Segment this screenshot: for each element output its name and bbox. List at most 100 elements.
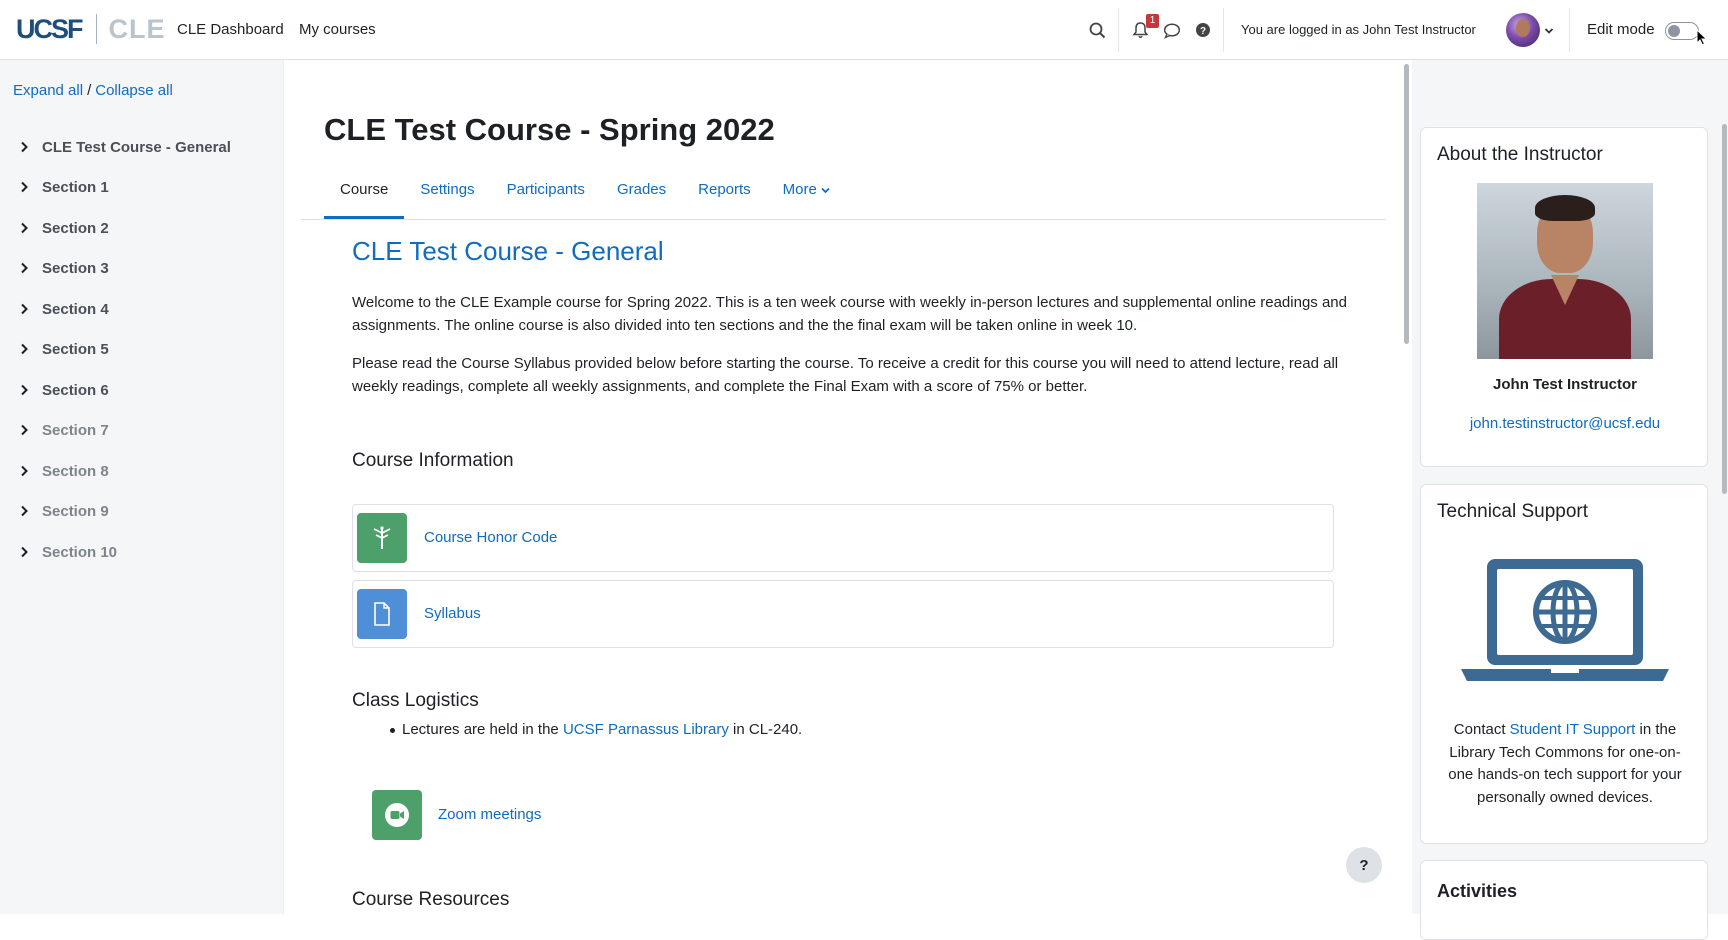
logistics-suffix: in CL-240. bbox=[733, 721, 803, 738]
chevron-right-icon[interactable] bbox=[20, 384, 34, 396]
login-info: You are logged in as John Test Instructo… bbox=[1241, 22, 1476, 37]
signpost-icon bbox=[357, 513, 407, 563]
activities-block: Activities bbox=[1420, 860, 1708, 940]
chevron-right-icon[interactable] bbox=[20, 546, 34, 558]
index-item-label: Section 7 bbox=[42, 421, 109, 439]
top-navbar: UCSF CLE CLE Dashboard My courses 1 ? Yo… bbox=[0, 0, 1728, 60]
index-item-section-3[interactable]: Section 3 bbox=[20, 257, 109, 279]
logo-cle-text: CLE bbox=[108, 13, 166, 44]
index-item-section-10[interactable]: Section 10 bbox=[20, 541, 117, 563]
logo-ucsf-text: UCSF bbox=[16, 13, 83, 44]
welcome-paragraph: Welcome to the CLE Example course for Sp… bbox=[352, 294, 1347, 334]
index-item-section-4[interactable]: Section 4 bbox=[20, 298, 109, 320]
support-block-title: Technical Support bbox=[1437, 501, 1589, 522]
index-item-section-1[interactable]: Section 1 bbox=[20, 176, 109, 198]
notification-badge: 1 bbox=[1146, 14, 1159, 28]
chevron-right-icon[interactable] bbox=[20, 465, 34, 477]
main-scrollbar[interactable] bbox=[1404, 64, 1409, 344]
section-title[interactable]: CLE Test Course - General bbox=[352, 236, 664, 267]
chevron-right-icon[interactable] bbox=[20, 343, 34, 355]
chevron-right-icon[interactable] bbox=[20, 424, 34, 436]
index-item-label: Section 5 bbox=[42, 340, 109, 358]
page-title: CLE Test Course - Spring 2022 bbox=[324, 112, 775, 147]
parnassus-library-link[interactable]: UCSF Parnassus Library bbox=[563, 721, 729, 738]
index-item-section-2[interactable]: Section 2 bbox=[20, 217, 109, 239]
activity-name[interactable]: Syllabus bbox=[424, 605, 481, 622]
mouse-cursor-icon bbox=[1696, 28, 1708, 51]
logo-divider bbox=[95, 14, 97, 44]
index-item-section-9[interactable]: Section 9 bbox=[20, 500, 109, 522]
blocks-scrollbar[interactable] bbox=[1722, 124, 1727, 494]
ucsf-cle-logo[interactable]: UCSF CLE bbox=[16, 12, 166, 46]
navbar-divider bbox=[1223, 8, 1224, 52]
user-avatar[interactable] bbox=[1506, 13, 1540, 47]
index-item-label: Section 9 bbox=[42, 502, 109, 520]
expand-all-link[interactable]: Expand all bbox=[13, 82, 83, 99]
collapse-all-link[interactable]: Collapse all bbox=[95, 82, 173, 99]
index-item-label: Section 2 bbox=[42, 219, 109, 237]
chevron-right-icon[interactable] bbox=[20, 222, 34, 234]
chevron-right-icon[interactable] bbox=[20, 303, 34, 315]
photo-hair bbox=[1535, 195, 1595, 221]
tab-more-label: More bbox=[782, 181, 817, 198]
activities-block-title: Activities bbox=[1437, 881, 1518, 901]
expand-collapse-controls: Expand all / Collapse all bbox=[13, 82, 173, 99]
search-icon[interactable] bbox=[1086, 19, 1108, 41]
chevron-down-icon[interactable] bbox=[1544, 22, 1554, 40]
index-item-section-7[interactable]: Section 7 bbox=[20, 419, 109, 441]
chevron-right-icon[interactable] bbox=[20, 181, 34, 193]
activity-name[interactable]: Course Honor Code bbox=[424, 529, 557, 546]
help-icon[interactable]: ? bbox=[1192, 19, 1214, 41]
block-drawer: About the Instructor John Test Instructo… bbox=[1412, 60, 1728, 940]
index-item-label: Section 8 bbox=[42, 462, 109, 480]
instructor-photo bbox=[1477, 183, 1653, 359]
chevron-down-icon bbox=[821, 187, 830, 194]
activity-course-honor-code[interactable]: Course Honor Code bbox=[352, 504, 1334, 572]
chevron-right-icon[interactable] bbox=[20, 141, 34, 153]
index-item-label: Section 4 bbox=[42, 300, 109, 318]
zoom-meetings-link[interactable]: Zoom meetings bbox=[438, 806, 541, 823]
edit-mode-label: Edit mode bbox=[1587, 21, 1655, 38]
technical-support-block: Technical Support Contact Student IT Sup… bbox=[1420, 484, 1708, 844]
logistics-list-item: Lectures are held in the UCSF Parnassus … bbox=[389, 721, 803, 738]
course-tabs: Course Settings Participants Grades Repo… bbox=[324, 172, 846, 219]
course-resources-heading: Course Resources bbox=[352, 889, 510, 910]
instructor-email-link[interactable]: john.testinstructor@ucsf.edu bbox=[1421, 415, 1709, 432]
tab-reports[interactable]: Reports bbox=[682, 172, 767, 219]
logistics-prefix: Lectures are held in the bbox=[402, 721, 559, 738]
activity-syllabus[interactable]: Syllabus bbox=[352, 580, 1334, 648]
navbar-divider bbox=[1569, 8, 1570, 52]
index-item-section-5[interactable]: Section 5 bbox=[20, 338, 109, 360]
support-text: Contact Student IT Support in the Librar… bbox=[1437, 719, 1693, 809]
toggle-knob bbox=[1668, 25, 1680, 37]
expand-separator: / bbox=[87, 82, 92, 99]
navbar-divider bbox=[1118, 8, 1119, 52]
index-item-label: Section 1 bbox=[42, 178, 109, 196]
index-item-general[interactable]: CLE Test Course - General bbox=[20, 136, 231, 158]
index-item-section-8[interactable]: Section 8 bbox=[20, 460, 109, 482]
index-item-section-6[interactable]: Section 6 bbox=[20, 379, 109, 401]
tab-more[interactable]: More bbox=[767, 172, 846, 219]
laptop-globe-icon bbox=[1459, 555, 1671, 692]
support-prefix: Contact bbox=[1453, 721, 1506, 738]
index-item-label: Section 6 bbox=[42, 381, 109, 399]
tab-grades[interactable]: Grades bbox=[601, 172, 682, 219]
tab-settings[interactable]: Settings bbox=[404, 172, 490, 219]
chevron-right-icon[interactable] bbox=[20, 505, 34, 517]
student-it-support-link[interactable]: Student IT Support bbox=[1510, 721, 1636, 738]
index-item-label: Section 3 bbox=[42, 259, 109, 277]
messages-icon[interactable] bbox=[1161, 19, 1183, 41]
instructor-name: John Test Instructor bbox=[1493, 376, 1637, 393]
tab-course[interactable]: Course bbox=[324, 172, 405, 219]
chevron-right-icon[interactable] bbox=[20, 262, 34, 274]
tabs-divider bbox=[301, 219, 1386, 220]
edit-mode-toggle[interactable] bbox=[1665, 22, 1699, 40]
nav-my-courses[interactable]: My courses bbox=[299, 21, 376, 38]
zoom-icon[interactable] bbox=[372, 790, 422, 840]
tab-participants[interactable]: Participants bbox=[491, 172, 601, 219]
svg-text:?: ? bbox=[1200, 26, 1206, 37]
nav-cle-dashboard[interactable]: CLE Dashboard bbox=[177, 21, 284, 38]
instructor-block-title: About the Instructor bbox=[1437, 144, 1603, 165]
syllabus-paragraph: Please read the Course Syllabus provided… bbox=[352, 355, 1339, 395]
help-button[interactable]: ? bbox=[1346, 847, 1382, 883]
